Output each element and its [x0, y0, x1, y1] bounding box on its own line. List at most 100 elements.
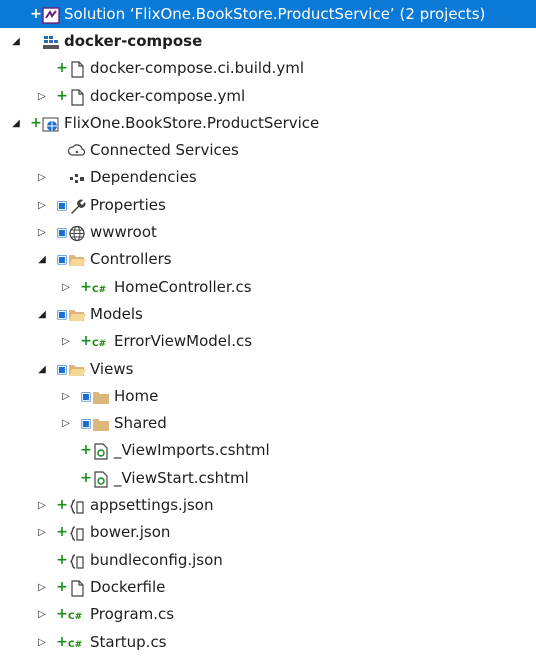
expand-arrow-icon[interactable]: ▷ — [36, 519, 48, 546]
checked-in-lock-icon: ▣ — [56, 252, 68, 267]
tree-item-label: Program.cs — [90, 605, 175, 624]
checked-in-lock-icon: ▣ — [80, 388, 92, 403]
tree-item-label: Connected Services — [90, 141, 239, 160]
tree-item-label: ErrorViewModel.cs — [114, 332, 253, 351]
tree-item-label: docker-compose.ci.build.yml — [90, 59, 304, 78]
tree-item[interactable]: ◢ + FlixOne.BookStore.ProductService — [0, 110, 536, 137]
tree-item[interactable]: ▷ + C# HomeController.cs — [0, 274, 536, 301]
checked-in-lock-icon: ▣ — [80, 416, 92, 431]
svg-text:C#: C# — [92, 339, 106, 349]
tree-item[interactable]: + bundleconfig.json — [0, 547, 536, 574]
globe-icon — [68, 224, 86, 242]
connected-services-icon — [67, 142, 86, 159]
tree-item-label: Dockerfile — [90, 577, 166, 596]
pending-add-icon: + — [30, 114, 42, 131]
tree-item-label: appsettings.json — [90, 496, 214, 515]
svg-text:C#: C# — [68, 612, 82, 622]
pending-add-icon: + — [56, 551, 68, 568]
folder-icon — [92, 388, 110, 405]
pending-add-icon: + — [80, 278, 92, 295]
tree-item-label: HomeController.cs — [114, 277, 252, 296]
tree-item[interactable]: ▷ ▣ wwwroot — [0, 219, 536, 246]
tree-item[interactable]: ▷ ▣ Properties — [0, 192, 536, 219]
tree-item-label: Controllers — [90, 250, 172, 269]
razor-icon — [92, 470, 110, 488]
collapse-arrow-icon[interactable]: ◢ — [36, 301, 48, 328]
expand-arrow-icon[interactable]: ▷ — [60, 274, 72, 301]
tree-item[interactable]: + docker-compose.ci.build.yml — [0, 55, 536, 82]
tree-item-label: Solution ‘FlixOne.BookStore.ProductServi… — [64, 5, 486, 23]
tree-item[interactable]: ▷ + Dockerfile — [0, 574, 536, 601]
pending-add-icon: + — [56, 633, 68, 650]
pending-add-icon: + — [80, 333, 92, 350]
tree-item-label: Properties — [90, 195, 166, 214]
collapse-arrow-icon[interactable]: ◢ — [10, 28, 22, 55]
tree-item[interactable]: ◢ ▣ Controllers — [0, 246, 536, 273]
expand-arrow-icon[interactable]: ▷ — [60, 383, 72, 410]
csharp-icon: C# — [68, 634, 86, 651]
tree-item-label: Home — [114, 386, 159, 405]
expand-arrow-icon[interactable]: ▷ — [36, 629, 48, 656]
pending-add-icon: + — [56, 497, 68, 514]
file-icon — [68, 579, 86, 597]
tree-item-label: Models — [90, 304, 143, 323]
expand-arrow-icon[interactable]: ▷ — [36, 192, 48, 219]
tree-item-label: bundleconfig.json — [90, 550, 223, 569]
expand-arrow-icon[interactable]: ▷ — [36, 601, 48, 628]
pending-add-icon: + — [56, 578, 68, 595]
collapse-arrow-icon[interactable]: ◢ — [36, 246, 48, 273]
web-project-icon — [42, 115, 60, 132]
json-icon — [68, 524, 86, 542]
tree-item[interactable]: ◢ ▣ Views — [0, 356, 536, 383]
tree-item-label: Dependencies — [90, 168, 197, 187]
tree-item[interactable]: + _ViewStart.cshtml — [0, 465, 536, 492]
expand-arrow-icon[interactable]: ▷ — [36, 83, 48, 110]
tree-item[interactable]: ▷ + C# ErrorViewModel.cs — [0, 328, 536, 355]
pending-add-icon: + — [56, 60, 68, 77]
expand-arrow-icon[interactable]: ▷ — [60, 328, 72, 355]
tree-item-label: _ViewImports.cshtml — [114, 441, 270, 460]
tree-item[interactable]: Connected Services — [0, 137, 536, 164]
svg-text:C#: C# — [92, 285, 106, 295]
tree-item[interactable]: + _ViewImports.cshtml — [0, 437, 536, 464]
tree-item[interactable]: ◢ docker-compose — [0, 28, 536, 55]
tree-item[interactable]: + Solution ‘FlixOne.BookStore.ProductServ… — [0, 0, 536, 28]
tree-item-label: docker-compose.yml — [90, 86, 246, 105]
expand-arrow-icon[interactable]: ▷ — [60, 410, 72, 437]
tree-item[interactable]: ▷ + docker-compose.yml — [0, 83, 536, 110]
tree-item-label: FlixOne.BookStore.ProductService — [64, 113, 320, 132]
expand-arrow-icon[interactable]: ▷ — [36, 219, 48, 246]
csharp-icon: C# — [92, 279, 110, 296]
expand-arrow-icon[interactable]: ▷ — [36, 164, 48, 191]
tree-item[interactable]: ▷ + bower.json — [0, 519, 536, 546]
checked-in-lock-icon: ▣ — [56, 306, 68, 321]
wrench-icon — [68, 197, 86, 214]
checked-in-lock-icon: ▣ — [56, 361, 68, 376]
json-icon — [68, 497, 86, 514]
collapse-arrow-icon[interactable]: ◢ — [36, 356, 48, 383]
file-icon — [68, 60, 86, 78]
expand-arrow-icon[interactable]: ▷ — [36, 574, 48, 601]
tree-item-label: wwwroot — [90, 223, 157, 242]
folder-icon — [92, 415, 110, 432]
tree-item[interactable]: ▷ + appsettings.json — [0, 492, 536, 519]
tree-item[interactable]: ▷ Dependencies — [0, 164, 536, 191]
pending-add-icon: + — [80, 469, 92, 486]
collapse-arrow-icon[interactable]: ◢ — [10, 110, 22, 137]
docker-compose-icon — [42, 33, 60, 50]
svg-text:C#: C# — [68, 640, 82, 650]
pending-add-icon: + — [56, 524, 68, 541]
folder-open-icon — [68, 251, 86, 268]
expand-arrow-icon[interactable]: ▷ — [36, 492, 48, 519]
tree-item-label: docker-compose — [64, 32, 203, 50]
tree-item[interactable]: ◢ ▣ Models — [0, 301, 536, 328]
csharp-icon: C# — [92, 333, 110, 350]
tree-item-label: _ViewStart.cshtml — [114, 468, 249, 487]
json-icon — [68, 552, 86, 569]
tree-item[interactable]: ▷ + C# Program.cs — [0, 601, 536, 628]
tree-item-label: Shared — [114, 414, 167, 433]
tree-item[interactable]: ▷ + C# Startup.cs — [0, 629, 536, 656]
csharp-icon: C# — [68, 606, 86, 623]
tree-item[interactable]: ▷ ▣ Home — [0, 383, 536, 410]
tree-item[interactable]: ▷ ▣ Shared — [0, 410, 536, 437]
